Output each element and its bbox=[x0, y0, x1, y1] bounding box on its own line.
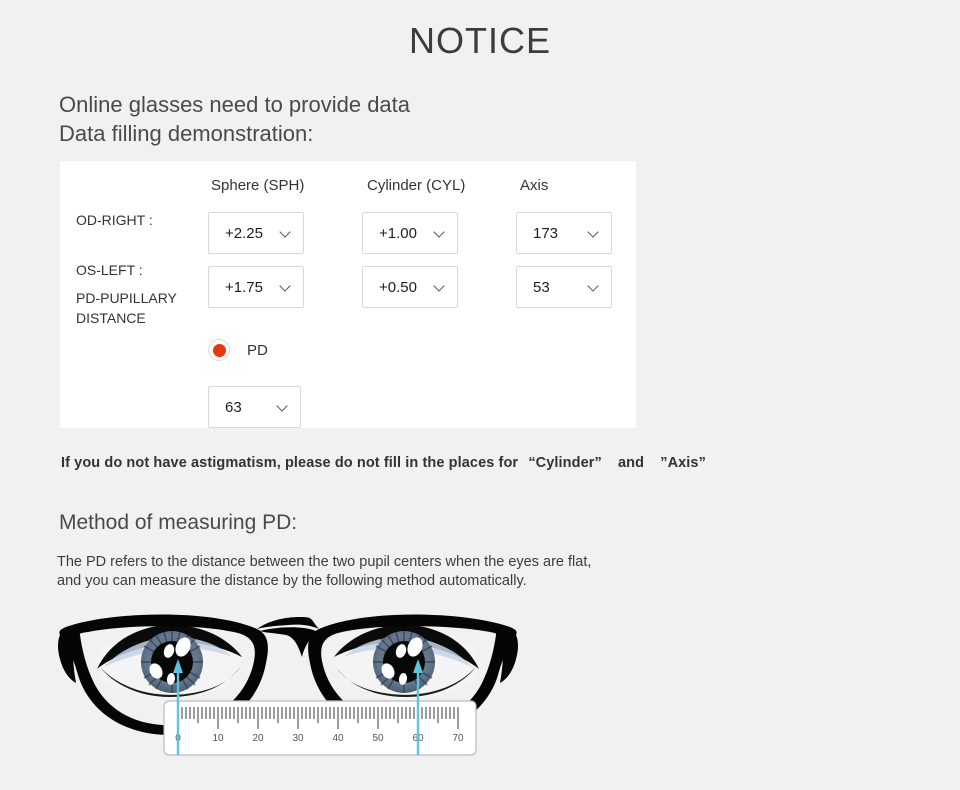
select-os-axis-value: 53 bbox=[533, 278, 550, 296]
chevron-down-icon bbox=[588, 281, 600, 293]
select-os-sphere[interactable]: +1.75 bbox=[208, 266, 304, 308]
prescription-form-panel: Sphere (SPH) Cylinder (CYL) Axis OD-RIGH… bbox=[60, 161, 636, 428]
method-description-line-1: The PD refers to the distance between th… bbox=[57, 554, 592, 570]
select-od-sphere-value: +2.25 bbox=[225, 224, 263, 242]
column-header-cylinder: Cylinder (CYL) bbox=[367, 177, 466, 194]
row-label-pd: PD-PUPILLARY DISTANCE bbox=[76, 290, 177, 326]
chevron-down-icon bbox=[280, 227, 292, 239]
right-eye-illustration bbox=[334, 624, 479, 699]
select-od-sphere[interactable]: +2.25 bbox=[208, 212, 304, 254]
method-heading: Method of measuring PD: bbox=[59, 511, 298, 534]
pd-radio-row[interactable]: PD bbox=[208, 339, 268, 361]
column-headers: Sphere (SPH) Cylinder (CYL) Axis bbox=[60, 177, 636, 201]
select-od-axis[interactable]: 173 bbox=[516, 212, 612, 254]
select-od-cylinder-value: +1.00 bbox=[379, 224, 417, 242]
row-label-od-right: OD-RIGHT : bbox=[76, 212, 153, 228]
select-os-cylinder[interactable]: +0.50 bbox=[362, 266, 458, 308]
select-os-cylinder-value: +0.50 bbox=[379, 278, 417, 296]
select-od-cylinder[interactable]: +1.00 bbox=[362, 212, 458, 254]
chevron-down-icon bbox=[434, 227, 446, 239]
radio-dot-icon bbox=[212, 343, 226, 357]
chevron-down-icon bbox=[280, 281, 292, 293]
select-od-axis-value: 173 bbox=[533, 224, 559, 242]
select-pd-value-text: 63 bbox=[225, 398, 242, 416]
ruler-label-70: 70 bbox=[452, 733, 464, 744]
select-os-sphere-value: +1.75 bbox=[225, 278, 263, 296]
chevron-down-icon bbox=[434, 281, 446, 293]
quoted-cylinder: “Cylinder” bbox=[528, 455, 602, 471]
notice-page: NOTICE Online glasses need to provide da… bbox=[0, 0, 960, 790]
astigmatism-note-text: If you do not have astigmatism, please d… bbox=[61, 455, 519, 471]
pd-radio-button[interactable] bbox=[208, 339, 230, 361]
column-header-axis: Axis bbox=[520, 177, 549, 194]
ruler-label-20: 20 bbox=[252, 733, 264, 744]
select-os-axis[interactable]: 53 bbox=[516, 266, 612, 308]
chevron-down-icon bbox=[588, 227, 600, 239]
ruler-label-10: 10 bbox=[212, 733, 224, 744]
ruler-label-50: 50 bbox=[372, 733, 384, 744]
intro-line-1: Online glasses need to provide data bbox=[59, 92, 411, 117]
ruler-label-30: 30 bbox=[292, 733, 304, 744]
chevron-down-icon bbox=[277, 401, 289, 413]
left-eye-illustration bbox=[97, 624, 242, 699]
column-header-sphere: Sphere (SPH) bbox=[211, 177, 305, 194]
method-description-line-2: and you can measure the distance by the … bbox=[57, 573, 527, 589]
pd-radio-label: PD bbox=[247, 341, 268, 359]
ruler-label-40: 40 bbox=[332, 733, 344, 744]
intro-line-2: Data filling demonstration: bbox=[59, 121, 314, 146]
ruler: 0 10 20 30 40 50 60 70 bbox=[163, 700, 477, 756]
select-pd-value[interactable]: 63 bbox=[208, 386, 301, 428]
row-label-os-left: OS-LEFT : bbox=[76, 262, 143, 278]
pd-measurement-diagram: 0 10 20 30 40 50 60 70 bbox=[52, 605, 542, 770]
page-title: NOTICE bbox=[408, 20, 551, 61]
note-conjunction: and bbox=[617, 455, 645, 471]
astigmatism-note: If you do not have astigmatism, please d… bbox=[61, 455, 712, 471]
intro-text: Online glasses need to provide data Data… bbox=[59, 90, 410, 148]
method-description: The PD refers to the distance between th… bbox=[57, 553, 591, 591]
quoted-axis: ”Axis” bbox=[660, 455, 706, 471]
